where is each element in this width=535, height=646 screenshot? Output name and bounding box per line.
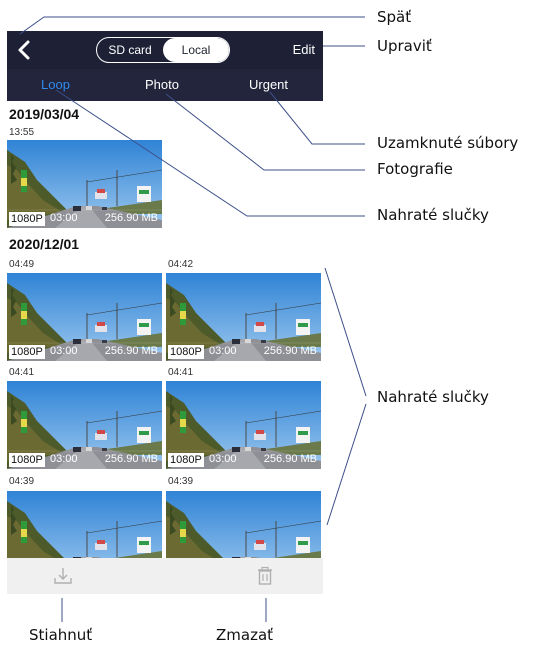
tab-loop[interactable]: Loop [41,77,70,92]
callout-thumbnails: Nahraté slučky [377,388,489,406]
clip-time: 04:49 [9,259,35,270]
date-header: 2019/03/04 [9,106,80,122]
video-thumbnail[interactable]: 1080P 03:00 256.90 MB [166,273,321,361]
duration-label: 03:00 [50,212,78,224]
clip-time: 13:55 [9,127,35,138]
duration-label: 03:00 [209,345,237,357]
file-size-label: 256.90 MB [104,212,158,224]
download-button[interactable] [53,566,73,586]
duration-label: 03:00 [50,453,78,465]
segment-sd-card[interactable]: SD card [97,38,163,62]
callout-download: Stiahnuť [29,626,93,644]
clip-time: 04:41 [168,367,194,378]
tab-photo[interactable]: Photo [145,77,179,92]
callout-edit: Upraviť [377,37,432,55]
clip-time: 04:42 [168,259,194,270]
resolution-badge: 1080P [168,345,204,359]
clip-time: 04:39 [168,476,194,487]
tab-bar: Loop Photo Urgent [7,69,323,101]
source-segment-control: SD card Local [96,37,230,63]
back-arrow-icon [18,40,30,60]
delete-button[interactable] [255,566,275,586]
callout-delete: Zmazať [216,626,274,644]
tab-urgent[interactable]: Urgent [249,77,288,92]
back-button[interactable] [13,37,37,63]
resolution-badge: 1080P [9,453,45,467]
video-thumbnail[interactable]: 1080P 03:00 256.90 MB [7,273,162,361]
resolution-badge: 1080P [168,453,204,467]
clip-time: 04:39 [9,476,35,487]
file-size-label: 256.90 MB [263,345,317,357]
top-bar: SD card Local Edit [7,31,323,69]
callout-photo: Fotografie [377,160,453,178]
phone-screen: SD card Local Edit Loop Photo Urgent 201… [7,31,323,594]
file-size-label: 256.90 MB [104,453,158,465]
trash-icon [258,566,272,585]
duration-label: 03:00 [50,345,78,357]
edit-button[interactable]: Edit [293,42,315,57]
video-thumbnail[interactable]: 1080P 03:00 256.90 MB [7,140,162,228]
resolution-badge: 1080P [9,212,45,226]
download-icon [54,568,72,584]
callout-back: Späť [377,8,412,26]
duration-label: 03:00 [209,453,237,465]
clip-time: 04:41 [9,367,35,378]
video-thumbnail[interactable]: 1080P 03:00 256.90 MB [166,381,321,469]
file-size-label: 256.90 MB [263,453,317,465]
resolution-badge: 1080P [9,345,45,359]
bottom-action-bar [7,558,323,594]
file-size-label: 256.90 MB [104,345,158,357]
segment-local[interactable]: Local [163,38,229,62]
date-header: 2020/12/01 [9,236,80,252]
callout-urgent: Uzamknuté súbory [377,134,519,152]
video-thumbnail[interactable]: 1080P 03:00 256.90 MB [7,381,162,469]
callout-loop: Nahraté slučky [377,206,489,224]
